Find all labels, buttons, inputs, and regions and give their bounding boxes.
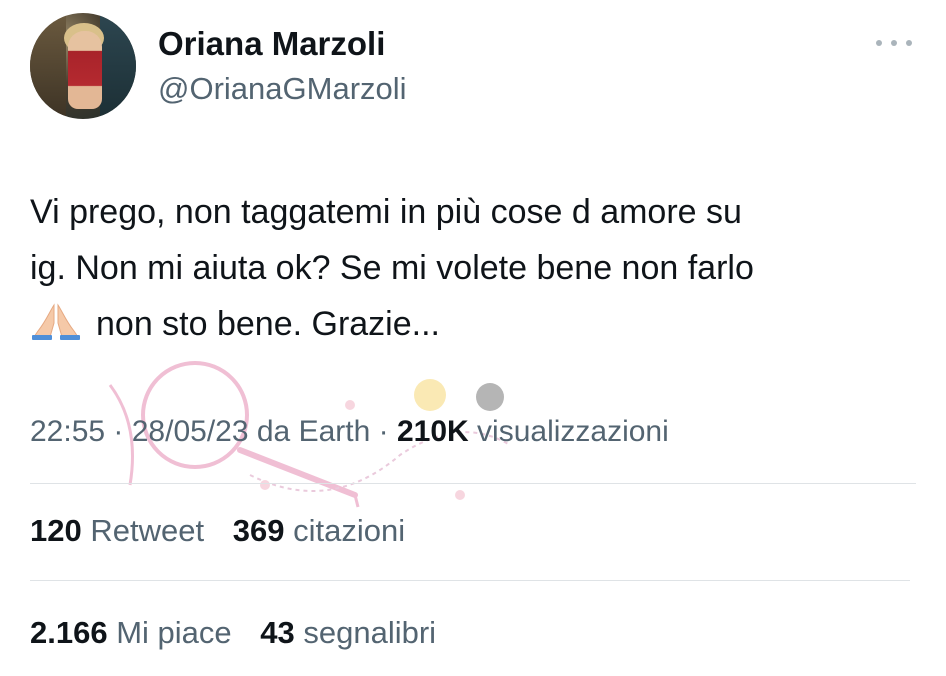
- retweets-stat[interactable]: 120 Retweet: [30, 511, 204, 551]
- likes-label: Mi piace: [116, 615, 232, 650]
- more-dot: [906, 40, 912, 46]
- more-options-icon[interactable]: [876, 36, 912, 50]
- tweet-text: Vi prego, non taggatemi in più cose d am…: [30, 184, 910, 352]
- tweet-card: Oriana Marzoli @OrianaGMarzoli Vi prego,…: [0, 0, 946, 676]
- bookmarks-count: 43: [260, 615, 295, 650]
- tweet-meta: 22:55 · 28/05/23 da Earth · 210K visuali…: [30, 412, 669, 452]
- divider: [30, 483, 916, 484]
- avatar[interactable]: [30, 13, 136, 119]
- meta-separator: ·: [105, 415, 132, 448]
- stats-row-likes: 2.166 Mi piace 43 segnalibri: [30, 613, 456, 653]
- folded-hands-icon: [32, 303, 80, 340]
- quotes-stat[interactable]: 369 citazioni: [233, 511, 405, 551]
- avatar-background-wall: [100, 13, 136, 119]
- tweet-text-line-end: non sto bene. Grazie...: [96, 305, 440, 343]
- avatar-background-rock: [30, 13, 66, 119]
- stats-row-shares: 120 Retweet 369 citazioni: [30, 511, 425, 551]
- meta-separator: ·: [370, 415, 397, 448]
- likes-count: 2.166: [30, 615, 108, 650]
- retweets-label: Retweet: [90, 513, 205, 548]
- tweet-text-line: ig. Non mi aiuta ok? Se mi volete bene n…: [30, 249, 754, 287]
- tweet-date[interactable]: 28/05/23: [132, 415, 249, 448]
- avatar-figure: [68, 31, 102, 109]
- tweet-text-line: Vi prego, non taggatemi in più cose d am…: [30, 193, 742, 231]
- more-dot: [876, 40, 882, 46]
- user-handle[interactable]: @OrianaGMarzoli: [158, 70, 407, 108]
- views-count[interactable]: 210K: [397, 415, 469, 448]
- tweet-time[interactable]: 22:55: [30, 415, 105, 448]
- retweets-count: 120: [30, 513, 82, 548]
- views-label[interactable]: visualizzazioni: [477, 415, 669, 448]
- tweet-source: da Earth: [256, 415, 371, 448]
- quotes-count: 369: [232, 513, 285, 548]
- divider: [30, 580, 910, 581]
- bookmarks-label: segnalibri: [303, 615, 437, 650]
- bookmarks-stat[interactable]: 43 segnalibri: [260, 613, 436, 653]
- display-name[interactable]: Oriana Marzoli: [158, 24, 385, 64]
- more-dot: [891, 40, 897, 46]
- quotes-label: citazioni: [293, 513, 406, 548]
- tweet-text-line-with-emoji: non sto bene. Grazie...: [30, 296, 910, 352]
- likes-stat[interactable]: 2.166 Mi piace: [30, 613, 232, 653]
